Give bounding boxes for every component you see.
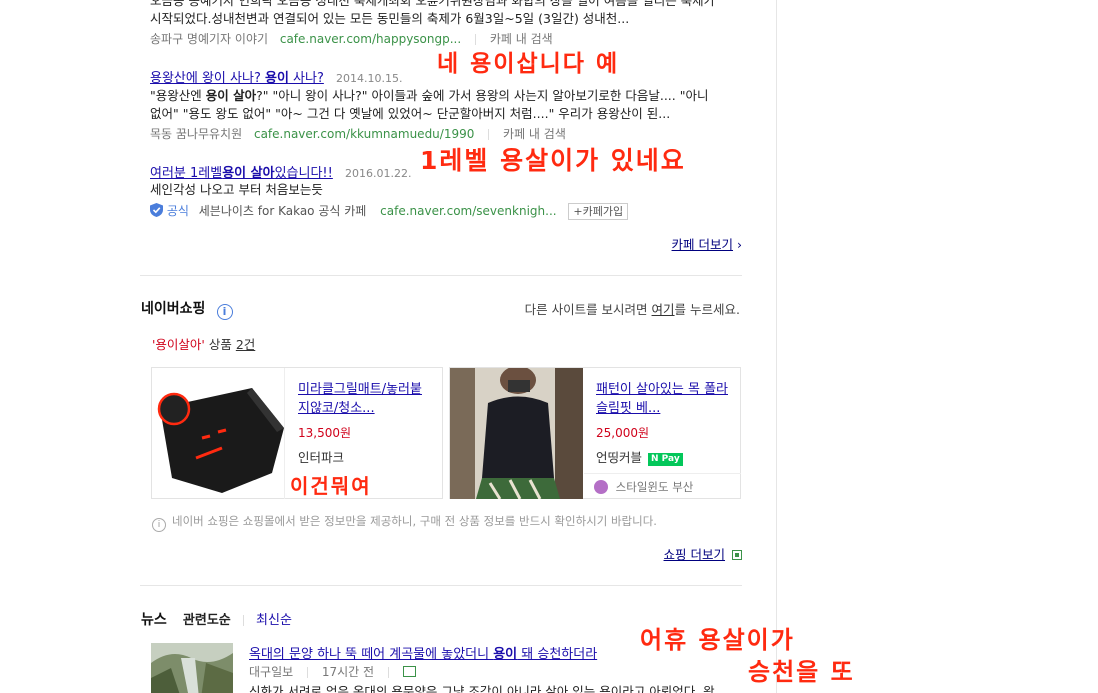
store-name: 스타일윈도 부산 [615, 480, 694, 494]
news-time: 17시간 전 [321, 665, 375, 679]
handwritten-annotation: 어휴 용살이가 [640, 626, 795, 654]
news-title-link[interactable]: 옥대의 문양 하나 뚝 떼어 계곡물에 놓았더니 용이 돼 승천하더라 [249, 643, 597, 662]
cafe-source[interactable]: 송파구 명예기자 이야기 [150, 32, 268, 46]
cafe-result-meta: 목동 꿈나무유치원 cafe.naver.com/kkumnamuedu/199… [150, 125, 566, 142]
handwritten-annotation: 이건뭐여 [290, 474, 372, 498]
product-image[interactable] [152, 368, 285, 499]
cafe-url[interactable]: cafe.naver.com/happysongp... [280, 32, 461, 46]
shopping-title: 네이버쇼핑 [141, 301, 206, 317]
product-card[interactable]: 패턴이 살아있는 목 폴라 슬림핏 베... 25,000원 언띵커블 N Pa… [449, 367, 741, 499]
shopping-query-count: '용이살아' 상품 2건 [152, 337, 256, 352]
store-row[interactable]: 스타일윈도 부산 [584, 473, 741, 499]
sort-relevance-tab[interactable]: 관련도순 [183, 613, 231, 628]
shopping-more-link[interactable]: 쇼핑 더보기 [664, 544, 742, 563]
product-seller[interactable]: 언띵커블 [596, 450, 642, 465]
shopping-notice: i 네이버 쇼핑은 쇼핑몰에서 받은 정보만을 제공하니, 구매 전 상품 정보를… [152, 513, 657, 532]
right-divider [776, 0, 777, 693]
product-seller-row: 언띵커블 N Pay [596, 447, 683, 466]
store-icon [594, 480, 608, 494]
shopping-more-label: 쇼핑 더보기 [663, 547, 726, 562]
share-icon[interactable] [402, 666, 416, 677]
cafe-result-snippet-1: "용왕산엔 용이 살아?" "아니 왕이 사나?" 아이들과 숲에 가서 용왕의… [150, 88, 709, 103]
top-snippet-line2: 시작되었다.성내천변과 연결되어 있는 모든 동민들의 축제가 6월3일~5일 … [150, 11, 630, 26]
product-image[interactable] [450, 368, 583, 499]
product-seller[interactable]: 인터파크 [298, 447, 344, 466]
join-cafe-button[interactable]: +카페가입 [568, 203, 629, 220]
cafe-more-label: 카페 더보기 [671, 237, 734, 252]
here-link[interactable]: 여기 [652, 302, 675, 317]
info-icon[interactable]: i [216, 304, 233, 320]
cafe-source[interactable]: 세븐나이츠 for Kakao 공식 카페 [199, 204, 367, 218]
product-price: 13,500원 [298, 426, 352, 440]
product-count-link[interactable]: 2건 [236, 337, 255, 352]
query-term: '용이살아' [152, 337, 205, 352]
cafe-result-title-row: 용왕산에 왕이 사나? 용이 사나? 2014.10.15. [150, 67, 402, 86]
cafe-url[interactable]: cafe.naver.com/sevenknigh... [380, 204, 556, 218]
section-divider [140, 275, 742, 276]
verified-shield-icon [150, 203, 163, 217]
cafe-result-date: 2014.10.15. [336, 72, 403, 85]
cafe-result-title-row: 여러분 1레벨용이 살아있습니다!! 2016.01.22. [150, 162, 411, 181]
news-source[interactable]: 대구일보 [249, 665, 293, 679]
cafe-result-title[interactable]: 용왕산에 왕이 사나? 용이 사나? [150, 71, 324, 86]
cafe-result-title[interactable]: 여러분 1레벨용이 살아있습니다!! [150, 166, 333, 181]
news-title: 뉴스 [141, 612, 167, 628]
news-meta: 대구일보 17시간 전 [249, 663, 416, 680]
npay-badge: N Pay [648, 453, 683, 466]
info-icon: i [152, 518, 166, 532]
product-price: 25,000원 [596, 426, 650, 440]
product-title[interactable]: 미라클그릴매트/놓러붙지않코/청소... [298, 380, 433, 418]
section-divider [140, 585, 742, 586]
handwritten-annotation: 네 용이삽니다 예 [437, 51, 620, 77]
cafe-result-snippet-2: 없어" "용도 왕도 없어" "아~ 그건 다 옛날에 있었어~ 단군할아버지 … [150, 106, 671, 121]
shopping-header: 네이버쇼핑 i [141, 298, 233, 320]
other-site-text: 다른 사이트를 보시려면 여기를 누르세요. [524, 302, 740, 317]
cafe-more-link[interactable]: 카페 더보기 › [672, 234, 742, 253]
cafe-result-meta: 공식 세븐나이츠 for Kakao 공식 카페 cafe.naver.com/… [150, 202, 629, 220]
cafe-result-date: 2016.01.22. [345, 167, 412, 180]
chevron-right-icon: › [737, 237, 742, 252]
handwritten-annotation: 승천을 또 [748, 658, 855, 686]
cafe-search-link[interactable]: 카페 내 검색 [503, 127, 566, 141]
handwritten-annotation: 1레벨 용살이가 있네요 [420, 146, 686, 175]
official-label: 공식 [166, 204, 189, 218]
top-snippet-line1: 오금동 송예기자 연희락 오금등 성내천 축제개최회 오륜기위원장님과 화합의 … [150, 0, 716, 8]
cafe-source[interactable]: 목동 꿈나무유치원 [150, 127, 242, 141]
product-title[interactable]: 패턴이 살아있는 목 폴라 슬림핏 베... [596, 380, 731, 418]
news-header: 뉴스 관련도순 최신순 [141, 609, 292, 629]
external-link-icon [732, 550, 742, 560]
news-thumbnail[interactable] [151, 643, 233, 693]
sort-latest-tab[interactable]: 최신순 [256, 613, 292, 628]
cafe-result-snippet-1: 세인각성 나오고 부터 처음보는듯 [150, 182, 323, 197]
news-snippet: 신화가 서려로 얻은 옥대의 용문양은 그냥 조각이 아니라 살아 있는 용이라… [249, 684, 715, 693]
cafe-url[interactable]: cafe.naver.com/kkumnamuedu/1990 [254, 127, 474, 141]
